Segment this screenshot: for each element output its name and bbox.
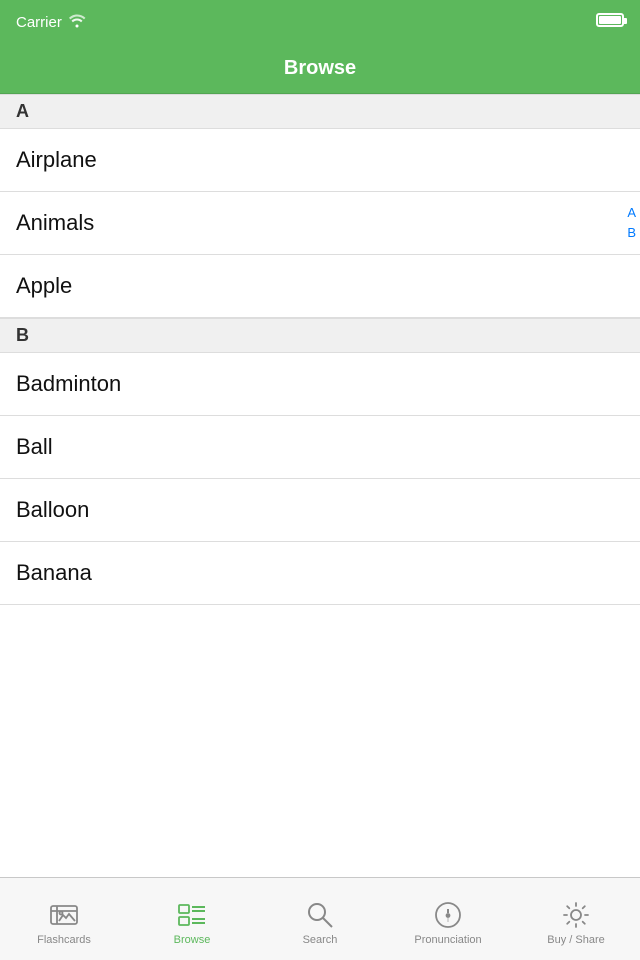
list-item[interactable]: Apple	[0, 255, 640, 318]
list-item[interactable]: Airplane	[0, 129, 640, 192]
battery-icon	[596, 13, 624, 27]
tab-pronunciation-label: Pronunciation	[414, 934, 481, 946]
status-bar: Carrier	[0, 0, 640, 44]
index-letter-a[interactable]: A	[627, 204, 636, 222]
list-item[interactable]: Ball	[0, 416, 640, 479]
tab-bar: Flashcards Browse Search	[0, 877, 640, 960]
section-header-b: B	[0, 318, 640, 353]
browse-icon	[177, 900, 207, 930]
tab-search[interactable]: Search	[256, 892, 384, 946]
battery-container	[596, 13, 624, 31]
tab-buy-share-label: Buy / Share	[547, 934, 604, 946]
status-bar-left: Carrier	[16, 13, 86, 31]
search-icon	[305, 900, 335, 930]
carrier-label: Carrier	[16, 14, 62, 31]
flashcards-icon	[49, 900, 79, 930]
list-container: A Airplane Animals Apple B Badminton Bal…	[0, 94, 640, 877]
list-item[interactable]: Animals	[0, 192, 640, 255]
index-letter-b[interactable]: B	[627, 224, 636, 242]
tab-buy-share[interactable]: Buy / Share	[512, 892, 640, 946]
list-item[interactable]: Badminton	[0, 353, 640, 416]
buy-share-icon	[561, 900, 591, 930]
tab-browse-label: Browse	[174, 934, 211, 946]
list-item[interactable]: Balloon	[0, 479, 640, 542]
pronunciation-icon	[433, 900, 463, 930]
tab-browse[interactable]: Browse	[128, 892, 256, 946]
tab-search-label: Search	[303, 934, 338, 946]
list-item[interactable]: Banana	[0, 542, 640, 605]
section-header-a: A	[0, 94, 640, 129]
wifi-icon	[68, 13, 86, 31]
tab-pronunciation[interactable]: Pronunciation	[384, 892, 512, 946]
page-title: Browse	[284, 57, 356, 80]
nav-bar: Browse	[0, 44, 640, 94]
index-overlay: A B	[623, 200, 640, 246]
tab-flashcards-label: Flashcards	[37, 934, 91, 946]
tab-flashcards[interactable]: Flashcards	[0, 892, 128, 946]
